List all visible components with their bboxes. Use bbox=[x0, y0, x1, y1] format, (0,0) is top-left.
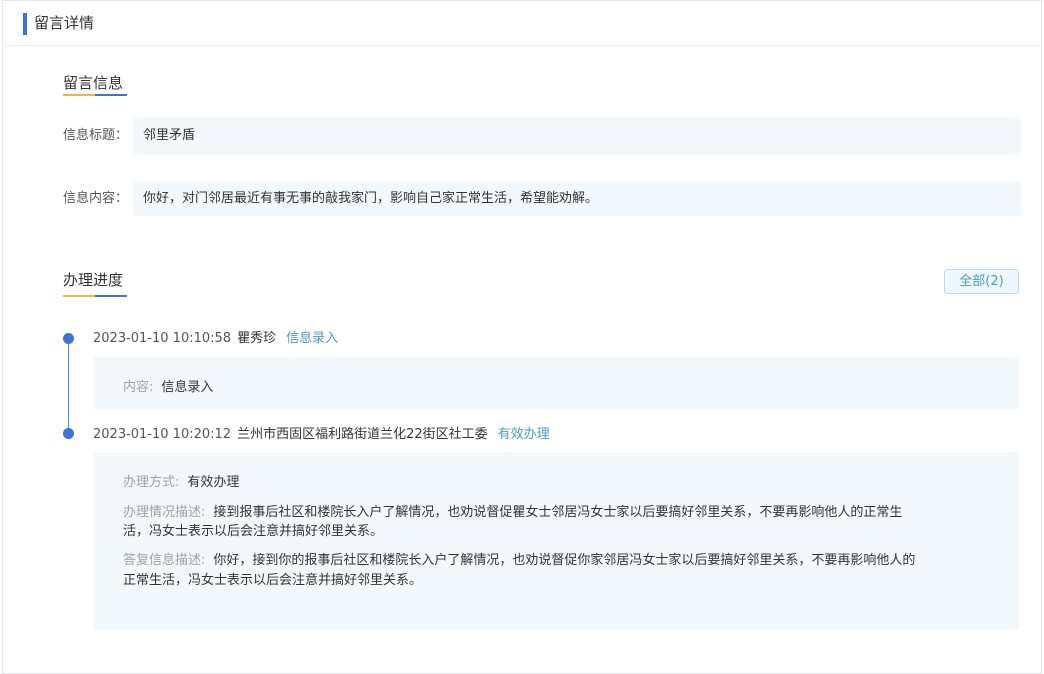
timeline-line bbox=[68, 339, 69, 434]
all-entries-button[interactable]: 全部(2) bbox=[944, 269, 1019, 294]
subject-field: 邻里矛盾 bbox=[133, 117, 1021, 155]
entry-handler: 瞿秀珍 bbox=[237, 331, 277, 346]
subject-value: 邻里矛盾 bbox=[143, 128, 196, 143]
timeline-entry-header: 2023-01-10 10:10:58 瞿秀珍 信息录入 bbox=[93, 330, 338, 348]
entry-method-label: 办理方式: bbox=[123, 475, 180, 490]
subject-label: 信息标题： bbox=[63, 128, 129, 143]
entry-status: 信息录入 bbox=[286, 331, 339, 346]
entry-reply-value-line2: 正常生活，冯女士表示以后会注意并搞好邻里关系。 bbox=[123, 573, 423, 588]
entry-time: 2023-01-10 10:20:12 bbox=[93, 427, 232, 442]
page-header: 留言详情 bbox=[2, 0, 1042, 46]
entry-reply-label: 答复信息描述: bbox=[123, 553, 206, 568]
entry-situation-value-line1: 接到报事后社区和楼院长入户了解情况，也劝说督促瞿女士邻居冯女士家以后要搞好邻里关… bbox=[213, 505, 903, 520]
timeline-entry-card: 内容: 信息录入 bbox=[94, 357, 1019, 409]
entry-content-row: 内容: 信息录入 bbox=[123, 378, 213, 398]
timeline-dot bbox=[63, 428, 74, 439]
timeline-entry-card: 办理方式: 有效办理 办理情况描述: 接到报事后社区和楼院长入户了解情况，也劝说督促… bbox=[94, 452, 1019, 630]
entry-content-label: 内容: bbox=[123, 380, 154, 395]
entry-handler: 兰州市西固区福利路街道兰化22街区社工委 bbox=[237, 427, 488, 442]
message-section-underline bbox=[63, 94, 127, 96]
entry-method-row: 办理方式: 有效办理 bbox=[123, 473, 239, 493]
entry-content-value: 信息录入 bbox=[161, 380, 214, 395]
entry-reply-continuation: 正常生活，冯女士表示以后会注意并搞好邻里关系。 bbox=[123, 571, 422, 591]
entry-situation-continuation: 活，冯女士表示以后会注意并搞好邻里关系。 bbox=[123, 522, 383, 542]
page-title: 留言详情 bbox=[34, 14, 95, 32]
timeline-entry-header: 2023-01-10 10:20:12 兰州市西固区福利路街道兰化22街区社工委有… bbox=[93, 426, 550, 444]
entry-situation-row: 办理情况描述: 接到报事后社区和楼院长入户了解情况，也劝说督促瞿女士邻居冯女士家以… bbox=[123, 503, 902, 523]
content-field: 你好，对门邻居最近有事无事的敲我家门，影响自己家正常生活，希望能劝解。 bbox=[133, 182, 1021, 216]
entry-situation-label: 办理情况描述: bbox=[123, 505, 206, 520]
content-label: 信息内容： bbox=[63, 191, 129, 206]
message-section-title: 留言信息 bbox=[63, 74, 124, 92]
progress-section-underline bbox=[63, 295, 127, 297]
content-value: 你好，对门邻居最近有事无事的敲我家门，影响自己家正常生活，希望能劝解。 bbox=[143, 191, 599, 206]
timeline-dot bbox=[63, 333, 74, 344]
progress-section-title: 办理进度 bbox=[63, 271, 124, 289]
entry-situation-value-line2: 活，冯女士表示以后会注意并搞好邻里关系。 bbox=[123, 524, 384, 539]
entry-time: 2023-01-10 10:10:58 bbox=[93, 331, 232, 346]
entry-status: 有效办理 bbox=[497, 427, 550, 442]
entry-reply-value-line1: 你好，接到你的报事后社区和楼院长入户了解情况，也劝说督促你家邻居冯女士家以后要搞… bbox=[213, 553, 916, 568]
entry-reply-row: 答复信息描述: 你好，接到你的报事后社区和楼院长入户了解情况，也劝说督促你家邻居冯… bbox=[123, 551, 915, 571]
header-accent-bar bbox=[23, 13, 27, 35]
entry-method-value: 有效办理 bbox=[187, 475, 240, 490]
